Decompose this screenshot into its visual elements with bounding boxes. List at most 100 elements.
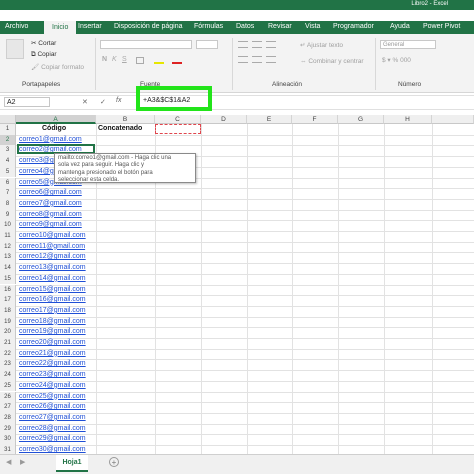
tab-power-pivot[interactable]: Power Pivot: [423, 23, 460, 30]
cell-email-link[interactable]: correo20@gmail.com: [19, 339, 86, 346]
row-header[interactable]: 8: [0, 198, 16, 210]
cell-email-link[interactable]: correo23@gmail.com: [19, 371, 86, 378]
cell-email-link[interactable]: correo30@gmail.com: [19, 446, 86, 453]
font-format-buttons[interactable]: N K S: [100, 56, 220, 66]
row-header[interactable]: 1: [0, 124, 16, 135]
cell-email-link[interactable]: correo25@gmail.com: [19, 393, 86, 400]
cell-email-link[interactable]: correo19@gmail.com: [19, 328, 86, 335]
cancel-icon[interactable]: ✕: [82, 98, 88, 106]
tab-insertar[interactable]: Insertar: [78, 23, 102, 30]
cell-email-link[interactable]: correo22@gmail.com: [19, 360, 86, 367]
row-header[interactable]: 7: [0, 188, 16, 199]
cell-email-link[interactable]: correo11@gmail.com: [19, 243, 85, 250]
font-size-select[interactable]: [196, 40, 218, 49]
format-painter-button[interactable]: 🖌 Copiar formato: [31, 63, 84, 71]
cell-email-link[interactable]: correo17@gmail.com: [19, 307, 86, 314]
row-header[interactable]: 3: [0, 145, 16, 157]
enter-icon[interactable]: ✓: [100, 98, 106, 106]
sheet-tab-hoja1[interactable]: Hoja1: [56, 455, 88, 472]
row-header[interactable]: 13: [0, 252, 16, 264]
row-header[interactable]: 10: [0, 220, 16, 231]
font-family-select[interactable]: [100, 40, 192, 49]
align-middle-icon[interactable]: [252, 41, 262, 48]
cut-button[interactable]: ✂ Cortar: [31, 39, 56, 47]
column-header-d[interactable]: D: [201, 115, 247, 124]
tab-ayuda[interactable]: Ayuda: [390, 23, 410, 30]
tab-programador[interactable]: Programador: [333, 23, 374, 30]
cell-email-link[interactable]: correo9@gmail.com: [19, 221, 82, 228]
cell-email-link[interactable]: correo12@gmail.com: [19, 253, 86, 260]
row-header[interactable]: 15: [0, 273, 16, 285]
name-box[interactable]: A2: [4, 97, 50, 107]
row-header[interactable]: 6: [0, 177, 16, 189]
align-center-icon[interactable]: [252, 56, 262, 63]
column-header-e[interactable]: E: [247, 115, 292, 124]
row-header[interactable]: 30: [0, 434, 16, 445]
column-header-f[interactable]: F: [292, 115, 338, 124]
tab-formulas[interactable]: Fórmulas: [194, 23, 223, 30]
cell-email-link[interactable]: correo29@gmail.com: [19, 435, 86, 442]
tab-vista[interactable]: Vista: [305, 23, 320, 30]
column-header-b[interactable]: B: [96, 115, 155, 124]
cell-email-link[interactable]: correo28@gmail.com: [19, 425, 86, 432]
italic-icon[interactable]: K: [112, 56, 117, 63]
scroll-right-icon[interactable]: ▶: [20, 458, 25, 466]
row-header[interactable]: 4: [0, 156, 16, 167]
row-header[interactable]: 27: [0, 402, 16, 413]
alignment-icons[interactable]: [238, 41, 294, 71]
row-header[interactable]: 26: [0, 391, 16, 403]
row-header[interactable]: 2: [0, 134, 16, 146]
underline-icon[interactable]: S: [122, 56, 127, 63]
align-right-icon[interactable]: [266, 56, 276, 63]
cell-email-link[interactable]: correo15@gmail.com: [19, 286, 86, 293]
cell-email-link[interactable]: correo6@gmail.com: [19, 189, 82, 196]
tab-datos[interactable]: Datos: [236, 23, 254, 30]
cell-c1-reference[interactable]: [155, 124, 201, 134]
align-top-icon[interactable]: [238, 41, 248, 48]
cell-email-link[interactable]: correo1@gmail.com: [19, 136, 82, 143]
copy-button[interactable]: ⧉ Copiar: [31, 51, 57, 59]
cell-email-link[interactable]: correo26@gmail.com: [19, 403, 86, 410]
row-header[interactable]: 12: [0, 241, 16, 253]
row-header[interactable]: 19: [0, 316, 16, 328]
tab-revisar[interactable]: Revisar: [268, 23, 292, 30]
column-header-blank[interactable]: [432, 115, 474, 124]
select-all-corner[interactable]: [0, 115, 16, 124]
spreadsheet-grid[interactable]: A B C D E F G H 1 2 3 4 5 6 7 8 9 10 11 12 13 14 15 16 1…: [0, 115, 474, 459]
row-header[interactable]: 16: [0, 284, 16, 296]
row-header[interactable]: 25: [0, 380, 16, 392]
row-header[interactable]: 18: [0, 305, 16, 317]
row-header[interactable]: 29: [0, 423, 16, 435]
column-header-g[interactable]: G: [338, 115, 384, 124]
scroll-left-icon[interactable]: ◀: [6, 458, 11, 466]
row-header[interactable]: 21: [0, 338, 16, 349]
align-bottom-icon[interactable]: [266, 41, 276, 48]
column-header-h[interactable]: H: [384, 115, 432, 124]
cell-email-link[interactable]: correo24@gmail.com: [19, 382, 86, 389]
cell-email-link[interactable]: correo7@gmail.com: [19, 200, 82, 207]
font-color-icon[interactable]: [172, 62, 182, 64]
cell-email-link[interactable]: correo18@gmail.com: [19, 318, 86, 325]
wrap-text-button[interactable]: ↵ Ajustar texto: [300, 41, 343, 49]
row-header[interactable]: 28: [0, 412, 16, 424]
tab-archivo[interactable]: Archivo: [5, 23, 28, 30]
paste-icon[interactable]: [6, 39, 24, 59]
row-header[interactable]: 20: [0, 327, 16, 338]
add-sheet-icon[interactable]: +: [109, 457, 119, 467]
row-header[interactable]: 11: [0, 231, 16, 242]
borders-icon[interactable]: [136, 57, 144, 64]
row-header[interactable]: 9: [0, 209, 16, 221]
cell-email-link[interactable]: correo8@gmail.com: [19, 211, 82, 218]
bold-icon[interactable]: N: [102, 56, 107, 63]
cell-email-link[interactable]: correo10@gmail.com: [19, 232, 86, 239]
number-format-icons[interactable]: $ ▾ % 000: [382, 56, 411, 64]
column-header-a[interactable]: A: [16, 115, 96, 124]
cell-email-link[interactable]: correo27@gmail.com: [19, 414, 86, 421]
align-left-icon[interactable]: [238, 56, 248, 63]
cell-a1[interactable]: Código: [42, 125, 66, 132]
cell-email-link[interactable]: correo14@gmail.com: [19, 275, 86, 282]
number-format-select[interactable]: General: [380, 40, 436, 49]
tab-disposicion[interactable]: Disposición de página: [114, 23, 183, 30]
merge-center-button[interactable]: ⇔ Combinar y centrar: [300, 58, 364, 65]
cell-email-link[interactable]: correo13@gmail.com: [19, 264, 86, 271]
